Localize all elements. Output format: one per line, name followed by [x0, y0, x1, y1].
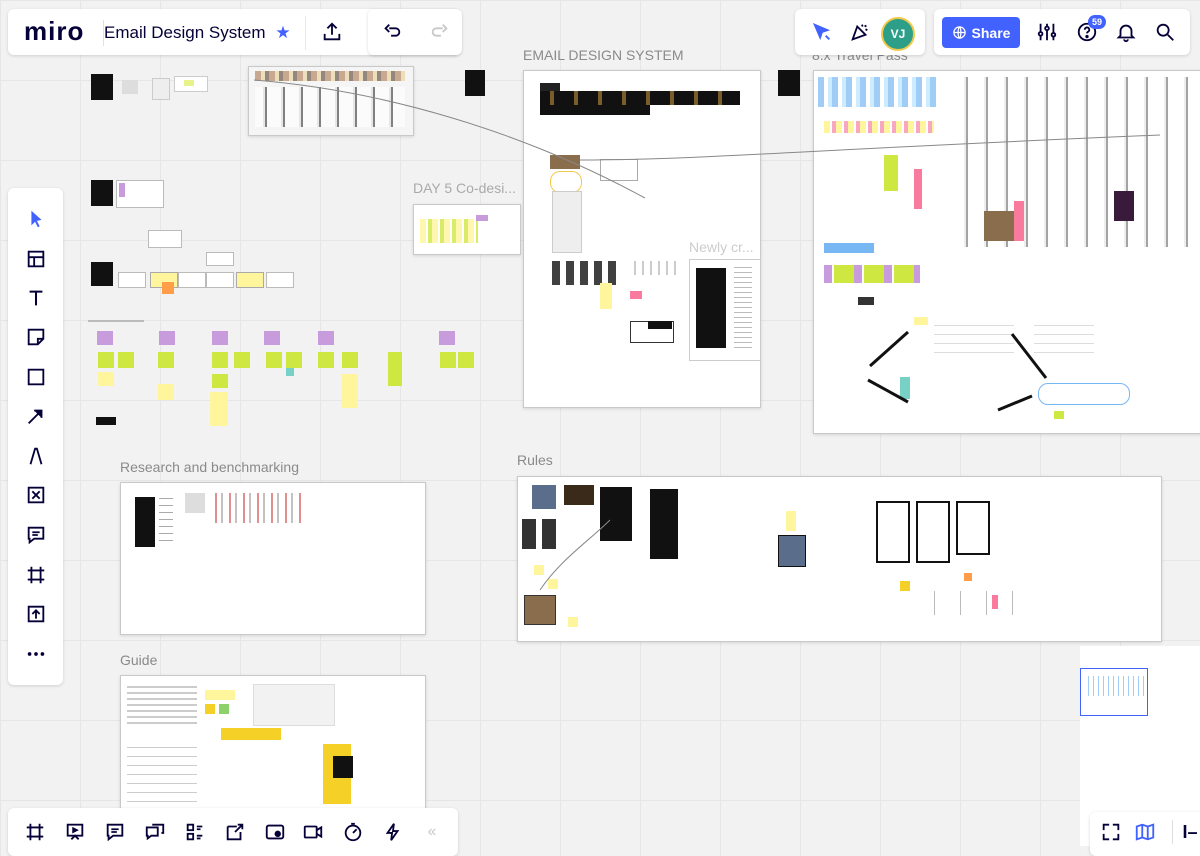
settings-sliders-icon[interactable] [1033, 18, 1061, 46]
board-title[interactable]: Email Design System [104, 23, 266, 43]
frame-newly-created[interactable] [689, 259, 761, 361]
frame-title-newly-created[interactable]: Newly cr... [689, 239, 754, 255]
frames-icon[interactable] [20, 817, 50, 847]
templates-icon[interactable] [21, 244, 51, 274]
cursor-follow-icon[interactable] [808, 18, 836, 46]
cards-icon[interactable] [180, 817, 210, 847]
map-icon[interactable] [1130, 817, 1160, 847]
image-frame[interactable] [248, 66, 414, 136]
dark-card[interactable] [91, 74, 113, 100]
collapse-icon[interactable]: « [420, 817, 444, 847]
mini-cards[interactable] [122, 74, 212, 100]
share-screen-icon[interactable] [220, 817, 250, 847]
pen-icon[interactable] [21, 441, 51, 471]
more-icon[interactable] [21, 639, 51, 669]
text-icon[interactable] [21, 283, 51, 313]
share-label: Share [971, 24, 1011, 41]
redo-icon[interactable] [426, 18, 454, 46]
miro-logo[interactable]: miro [24, 16, 84, 47]
frame-title-guide[interactable]: Guide [120, 652, 157, 668]
upload-icon[interactable] [21, 599, 51, 629]
celebrate-icon[interactable] [846, 18, 874, 46]
chat-icon[interactable] [140, 817, 170, 847]
avatar[interactable]: VJ [881, 17, 915, 51]
share-button[interactable]: Share [942, 17, 1020, 48]
comment-icon[interactable] [21, 520, 51, 550]
presentation-icon[interactable] [60, 817, 90, 847]
search-icon[interactable] [1151, 18, 1179, 46]
screen-record-icon[interactable] [260, 817, 290, 847]
frame-travel-pass[interactable] [813, 70, 1200, 434]
frame-title-research[interactable]: Research and benchmarking [120, 459, 299, 475]
crop-frame-icon[interactable] [21, 560, 51, 590]
frame-icon[interactable] [21, 480, 51, 510]
sticky-note-icon[interactable] [21, 322, 51, 352]
activity-icon[interactable] [378, 817, 408, 847]
frame-title-rules[interactable]: Rules [517, 452, 553, 468]
frame-title-email-design-system[interactable]: EMAIL DESIGN SYSTEM [523, 47, 684, 63]
shape-icon[interactable] [21, 362, 51, 392]
comments-icon[interactable] [100, 817, 130, 847]
select-icon[interactable] [21, 204, 51, 234]
zoom-out-icon[interactable]: I– [1180, 817, 1200, 847]
export-icon[interactable] [318, 18, 346, 46]
frame-day5[interactable] [413, 204, 521, 255]
fullscreen-icon[interactable] [1096, 817, 1126, 847]
bell-icon[interactable] [1112, 18, 1140, 46]
arrow-icon[interactable] [21, 401, 51, 431]
globe-icon [952, 26, 966, 39]
frame-rules[interactable] [517, 476, 1162, 642]
board-canvas[interactable]: EMAIL DESIGN SYSTEM Newly cr... 8.x Trav… [0, 0, 1200, 852]
frame-title-day5[interactable]: DAY 5 Co-desi... [413, 180, 516, 196]
dark-card[interactable] [778, 70, 800, 96]
note-card[interactable] [116, 180, 164, 208]
dark-card[interactable] [91, 262, 113, 286]
frame-research[interactable] [120, 482, 426, 635]
undo-icon[interactable] [378, 18, 406, 46]
video-call-icon[interactable] [298, 817, 328, 847]
notification-badge: 59 [1088, 15, 1106, 29]
frame-email-design-system[interactable]: Newly cr... [523, 70, 761, 408]
star-icon[interactable]: ★ [272, 22, 294, 44]
avatar-initials: VJ [890, 27, 906, 41]
dark-card[interactable] [465, 70, 485, 96]
dark-card[interactable] [91, 180, 113, 206]
timer-icon[interactable] [338, 817, 368, 847]
